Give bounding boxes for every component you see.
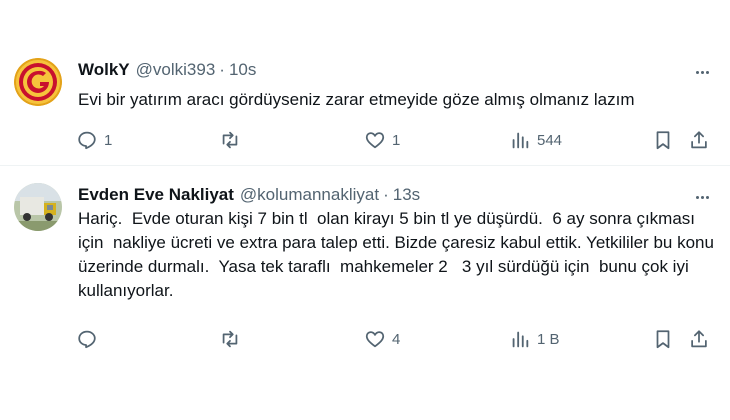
views-button[interactable]: 544 (509, 126, 562, 154)
avatar[interactable] (14, 58, 62, 106)
bookmark-button[interactable] (652, 325, 674, 353)
views-count: 544 (537, 131, 563, 149)
tweet-header: Evden Eve Nakliyat @kolumannakliyat · 13s (78, 185, 420, 205)
author-handle[interactable]: @volki393 (136, 60, 216, 79)
tweet-text: Hariç. Evde oturan kişi 7 bin tl olan ki… (78, 209, 719, 300)
author-handle[interactable]: @kolumannakliyat (240, 185, 379, 204)
reply-icon (78, 131, 96, 150)
views-chart-icon (512, 132, 529, 149)
retweet-button[interactable] (219, 325, 247, 353)
views-button[interactable]: 1 B (509, 325, 560, 353)
reply-icon (78, 330, 96, 349)
bookmark-icon (656, 330, 670, 349)
tweet-actions: 1 1 544 (72, 126, 722, 154)
reply-count: 1 (104, 131, 113, 149)
timestamp[interactable]: 13s (393, 185, 420, 204)
tweet[interactable]: Evden Eve Nakliyat @kolumannakliyat · 13s H… (0, 167, 730, 367)
bookmark-button[interactable] (652, 126, 674, 154)
reply-button[interactable]: 1 (76, 126, 112, 154)
moving-truck-photo-icon (14, 183, 62, 231)
tweet[interactable]: WolkY @volki393 · 10s Evi bir yatırım aracı… (0, 42, 730, 166)
heart-icon (365, 132, 385, 149)
more-options-icon[interactable] (692, 187, 712, 207)
like-button[interactable]: 4 (364, 325, 400, 353)
share-icon (691, 131, 707, 149)
share-icon (691, 330, 707, 348)
avatar[interactable] (14, 183, 62, 231)
bookmark-icon (656, 131, 670, 150)
separator-dot: · (219, 60, 225, 79)
like-count: 1 (392, 131, 401, 149)
share-button[interactable] (688, 325, 710, 353)
retweet-icon (222, 131, 238, 149)
more-options-icon[interactable] (692, 62, 712, 82)
views-chart-icon (512, 331, 529, 348)
author-name[interactable]: WolkY (78, 60, 130, 79)
top-strip (0, 0, 730, 22)
heart-icon (365, 331, 385, 348)
views-count: 1 B (537, 330, 560, 348)
retweet-icon (222, 330, 238, 348)
tweet-text: Evi bir yatırım aracı gördüyseniz zarar … (78, 90, 635, 109)
tweet-actions: 4 1 B (72, 325, 722, 353)
share-button[interactable] (688, 126, 710, 154)
retweet-button[interactable] (219, 126, 247, 154)
separator-dot: · (383, 185, 389, 204)
author-name[interactable]: Evden Eve Nakliyat (78, 185, 234, 204)
like-count: 4 (392, 330, 401, 348)
reply-button[interactable] (76, 325, 104, 353)
timestamp[interactable]: 10s (229, 60, 256, 79)
like-button[interactable]: 1 (364, 126, 400, 154)
tweet-header: WolkY @volki393 · 10s (78, 60, 256, 80)
galatasaray-logo-icon (14, 58, 62, 106)
